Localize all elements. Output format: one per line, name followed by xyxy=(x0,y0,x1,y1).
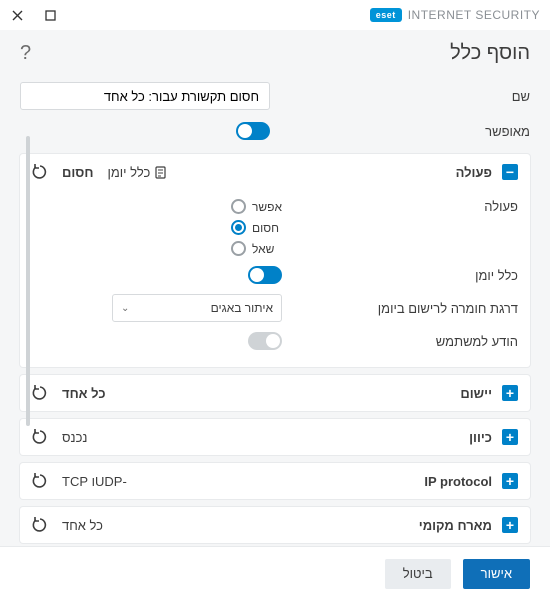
expand-icon[interactable]: + xyxy=(502,473,518,489)
panel-local-host-title: מארח מקומי xyxy=(419,518,492,533)
enabled-toggle[interactable] xyxy=(236,122,270,140)
title-bar: eset INTERNET SECURITY xyxy=(0,0,550,30)
panel-local-host-value: כל אחד xyxy=(62,518,103,533)
panel-action: − פעולה כלל יומן חסום פעולה xyxy=(20,154,530,367)
panel-protocol: + IP protocol -UDPו TCP xyxy=(20,463,530,499)
panel-direction-title: כיוון xyxy=(469,430,492,445)
notify-toggle[interactable] xyxy=(248,332,282,350)
chevron-down-icon: ⌄ xyxy=(121,303,129,314)
collapse-icon[interactable]: − xyxy=(502,164,518,180)
panel-direction: + כיוון נכנס xyxy=(20,419,530,455)
panel-application: + יישום כל אחד xyxy=(20,375,530,411)
action-label: פעולה xyxy=(484,199,518,214)
radio-ask[interactable]: שאל xyxy=(231,241,274,256)
log-rule-toggle[interactable] xyxy=(248,266,282,284)
expand-icon[interactable]: + xyxy=(502,385,518,401)
panel-local-host: + מארח מקומי כל אחד xyxy=(20,507,530,543)
severity-select[interactable]: איתור באגים ⌄ xyxy=(112,294,282,322)
reset-icon[interactable] xyxy=(32,429,48,445)
radio-allow[interactable]: אפשר xyxy=(231,199,282,214)
panel-application-title: יישום xyxy=(460,386,492,401)
panel-action-title: פעולה xyxy=(456,165,492,180)
reset-icon[interactable] xyxy=(32,164,48,180)
panel-direction-value: נכנס xyxy=(62,430,87,445)
action-radio-group: אפשר חסום שאל xyxy=(231,199,282,256)
expand-icon[interactable]: + xyxy=(502,429,518,445)
scrollbar[interactable] xyxy=(26,136,30,426)
name-input[interactable] xyxy=(20,82,270,110)
severity-label: דרגת חומרה לרישום ביומן xyxy=(378,301,518,316)
close-icon[interactable] xyxy=(10,8,25,23)
brand-badge: eset xyxy=(370,8,402,22)
panel-local-host-header[interactable]: + מארח מקומי כל אחד xyxy=(20,507,530,543)
panel-application-value: כל אחד xyxy=(62,386,106,401)
page-title: הוסף כלל xyxy=(450,42,530,65)
brand: eset INTERNET SECURITY xyxy=(370,8,540,22)
reset-icon[interactable] xyxy=(32,517,48,533)
maximize-icon[interactable] xyxy=(43,8,58,23)
panel-action-header[interactable]: − פעולה כלל יומן חסום xyxy=(20,154,530,190)
brand-text: INTERNET SECURITY xyxy=(408,8,540,22)
footer: אישור ביטול xyxy=(0,546,550,600)
cancel-button[interactable]: ביטול xyxy=(385,559,451,589)
radio-block[interactable]: חסום xyxy=(231,220,279,235)
panel-protocol-title: IP protocol xyxy=(424,474,492,489)
panel-protocol-header[interactable]: + IP protocol -UDPו TCP xyxy=(20,463,530,499)
notify-label: הודע למשתמש xyxy=(436,334,518,349)
enabled-label: מאופשר xyxy=(420,124,530,139)
log-rule-label: כלל יומן xyxy=(475,268,518,283)
log-rule-badge: כלל יומן xyxy=(107,165,167,180)
panel-application-header[interactable]: + יישום כל אחד xyxy=(20,375,530,411)
panel-protocol-value: -UDPו TCP xyxy=(62,474,127,489)
name-label: שם xyxy=(420,89,530,104)
reset-icon[interactable] xyxy=(32,473,48,489)
expand-icon[interactable]: + xyxy=(502,517,518,533)
ok-button[interactable]: אישור xyxy=(463,559,530,589)
help-icon[interactable]: ? xyxy=(20,42,31,65)
reset-icon[interactable] xyxy=(32,385,48,401)
panel-direction-header[interactable]: + כיוון נכנס xyxy=(20,419,530,455)
panel-action-summary: חסום xyxy=(62,165,93,180)
